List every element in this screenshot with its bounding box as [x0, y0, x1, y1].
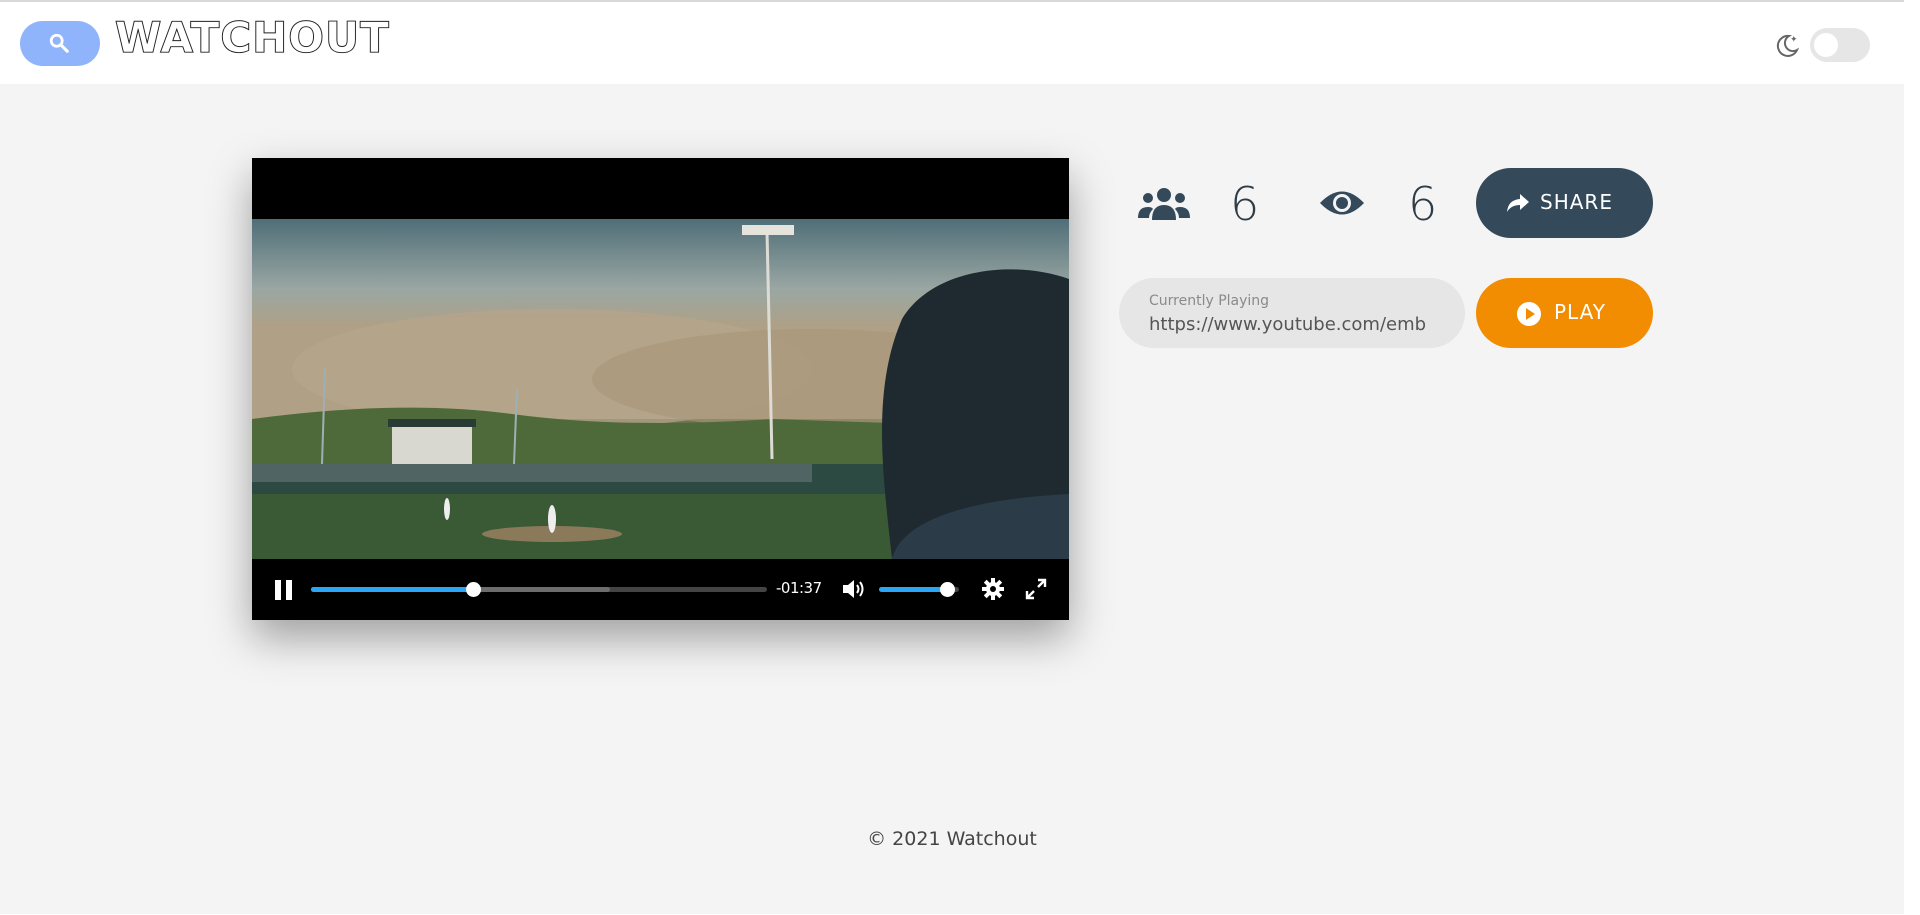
volume-slider[interactable] — [879, 582, 959, 597]
dark-mode-toggle[interactable] — [1810, 28, 1870, 62]
play-button[interactable]: PLAY — [1476, 278, 1653, 348]
svg-text:✦: ✦ — [1790, 35, 1798, 45]
svg-text:WATCHOUT: WATCHOUT — [115, 14, 390, 58]
footer-copyright: © 2021 Watchout — [867, 828, 1037, 850]
volume-level — [879, 587, 947, 592]
volume-thumb[interactable] — [940, 582, 955, 597]
video-scene — [252, 219, 1069, 559]
progress-thumb[interactable] — [465, 582, 481, 597]
toggle-knob — [1814, 33, 1838, 57]
pause-icon[interactable] — [272, 577, 296, 603]
fullscreen-icon[interactable] — [1024, 577, 1048, 601]
video-frame[interactable] — [252, 219, 1069, 559]
play-label: PLAY — [1554, 300, 1607, 324]
player-controls: -01:37 — [252, 559, 1069, 620]
users-icon — [1138, 188, 1190, 220]
progress-bar[interactable] — [311, 582, 767, 597]
settings-icon[interactable] — [981, 577, 1005, 601]
share-label: SHARE — [1540, 190, 1613, 214]
progress-played — [311, 587, 473, 592]
share-arrow-icon — [1507, 194, 1529, 212]
viewers-count: 6 — [1408, 177, 1438, 231]
search-icon — [49, 33, 69, 53]
users-count: 6 — [1230, 177, 1260, 231]
currently-playing-label: Currently Playing — [1149, 293, 1270, 309]
eye-icon — [1320, 191, 1364, 215]
watchout-logo: WATCHOUT WATCHOUT — [115, 14, 390, 58]
scrollbar-gutter — [1904, 0, 1920, 915]
moon-stars-icon: ✦ — [1776, 34, 1799, 57]
video-player[interactable]: -01:37 — [252, 158, 1069, 620]
play-circle-icon — [1517, 302, 1541, 326]
currently-playing-url[interactable]: https://www.youtube.com/emb — [1149, 314, 1449, 335]
search-button[interactable] — [20, 21, 100, 66]
currently-playing-field[interactable]: Currently Playing https://www.youtube.co… — [1119, 278, 1465, 348]
time-remaining: -01:37 — [776, 579, 822, 597]
volume-icon[interactable] — [841, 577, 867, 601]
header: WATCHOUT WATCHOUT ✦ — [0, 2, 1904, 84]
share-button[interactable]: SHARE — [1476, 168, 1653, 238]
